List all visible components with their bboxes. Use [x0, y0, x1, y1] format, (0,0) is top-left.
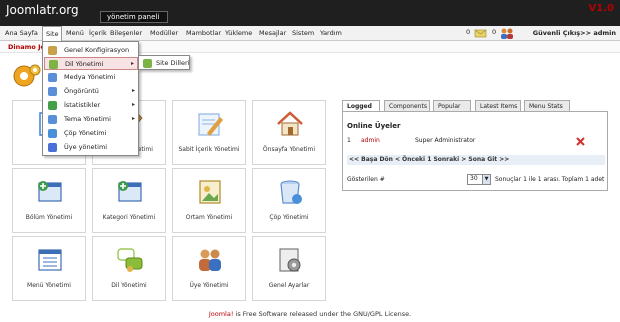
menu-install[interactable]: Yükleme	[225, 29, 252, 37]
user-count: 0	[492, 28, 497, 36]
menu-messages[interactable]: Mesajlar	[259, 29, 286, 37]
menu-item-trash[interactable]: Çöp Yönetimi	[44, 127, 138, 140]
tile-label: Menü Yönetimi	[27, 282, 71, 289]
section-icon	[38, 181, 62, 202]
menu-item-users[interactable]: Üye yönetimi	[44, 141, 138, 154]
tile-label: Kategori Yönetimi	[102, 214, 156, 221]
online-users-title: Online Üyeler	[347, 122, 401, 130]
menu-home[interactable]: Ana Sayfa	[5, 29, 38, 37]
stats-panel: Logged Components Popular Latest Items M…	[342, 100, 608, 191]
users-icon	[199, 249, 221, 271]
site-name: Dinamo Jo	[8, 43, 46, 51]
language-icon	[143, 59, 152, 68]
menu-item-global-config[interactable]: Genel Konfigirasyon	[44, 44, 138, 57]
trash-icon	[48, 129, 57, 138]
version-label: V1.0	[588, 3, 614, 14]
submenu-arrow-icon: ▸	[130, 60, 134, 67]
message-count: 0	[466, 28, 471, 36]
submenu-arrow-icon: ▸	[131, 101, 135, 108]
submenu-arrow-icon: ▸	[131, 115, 135, 122]
menu-item-site-languages[interactable]: Site Dilleri	[140, 57, 189, 70]
tile-categories[interactable]: Kategori Yönetimi	[92, 168, 166, 233]
display-count-select[interactable]: 30 ▼	[467, 174, 491, 185]
language-icon	[49, 60, 58, 69]
tile-label: Çöp Yönetimi	[269, 214, 309, 221]
statistics-icon	[48, 101, 57, 110]
tile-label: Genel Ayarlar	[268, 282, 310, 289]
menu-help[interactable]: Yardım	[320, 29, 342, 37]
user-link[interactable]: admin	[361, 137, 380, 144]
user-role: Super Administrator	[415, 137, 476, 144]
menu-item-language[interactable]: Dil Yönetimi ▸	[44, 57, 138, 70]
menu-icon	[38, 249, 62, 271]
static-content-icon	[198, 113, 223, 136]
menu-mambots[interactable]: Mambotlar	[186, 29, 221, 37]
site-dropdown-menu: Genel Konfigirasyon Dil Yönetimi ▸ Medya…	[42, 41, 139, 156]
chevron-down-icon: ▼	[482, 175, 490, 184]
settings-icon	[279, 248, 301, 272]
tile-users[interactable]: Üye Yönetimi	[172, 236, 246, 301]
tile-label: Dil Yönetimi	[111, 282, 147, 289]
tile-languages[interactable]: Dil Yönetimi	[92, 236, 166, 301]
menu-menu[interactable]: Menü	[66, 29, 84, 37]
tile-trash[interactable]: Çöp Yönetimi	[252, 168, 326, 233]
media-icon	[199, 180, 221, 204]
main-menubar: Ana Sayfa Site Menü İçerik Bileşenler Mo…	[0, 26, 620, 41]
page-footer: Joomla! is Free Software released under …	[0, 310, 620, 318]
tile-static-content[interactable]: Sabit İçerik Yönetimi	[172, 100, 246, 165]
menu-system[interactable]: Sistem	[292, 29, 314, 37]
site-logo: Joomlatr.org	[6, 3, 79, 17]
row-number: 1	[347, 137, 351, 144]
preview-icon	[48, 87, 57, 96]
remove-user-icon[interactable]	[576, 137, 585, 146]
messages-icon[interactable]	[474, 28, 488, 39]
config-icon	[48, 46, 57, 55]
category-icon	[118, 181, 142, 202]
tile-menus[interactable]: Menü Yönetimi	[12, 236, 86, 301]
tile-label: Sabit İçerik Yönetimi	[178, 146, 240, 153]
tile-media[interactable]: Ortam Yönetimi	[172, 168, 246, 233]
joomla-link[interactable]: Joomla!	[209, 310, 234, 318]
tile-label: Bölüm Yönetimi	[25, 214, 73, 221]
top-header: Joomlatr.org yönetim paneli V1.0	[0, 0, 620, 26]
users-icon	[48, 143, 57, 152]
tile-frontpage[interactable]: Önsayfa Yönetimi	[252, 100, 326, 165]
language-submenu: Site Dilleri	[138, 55, 190, 70]
tile-sections[interactable]: Bölüm Yönetimi	[12, 168, 86, 233]
menu-item-templates[interactable]: Tema Yönetimi ▸	[44, 113, 138, 126]
online-users-icon[interactable]	[499, 27, 515, 40]
menu-site[interactable]: Site	[42, 26, 63, 41]
display-label: Gösterilen #	[347, 176, 385, 183]
pagination[interactable]: << Başa Dön < Önceki 1 Sonraki > Sona Gi…	[347, 155, 605, 165]
menu-item-statistics[interactable]: İstatistikler ▸	[44, 99, 138, 112]
logout-link[interactable]: Güvenli Çıkış>> admin	[533, 29, 616, 37]
template-icon	[48, 115, 57, 124]
language-icon	[117, 248, 143, 272]
tile-label: Üye Yönetimi	[189, 282, 229, 289]
tile-label: Önsayfa Yönetimi	[262, 146, 316, 153]
tile-label: Ortam Yönetimi	[185, 214, 233, 221]
panel-title: yönetim paneli	[100, 11, 168, 23]
footer-text: is Free Software released under the GNU/…	[233, 310, 412, 318]
results-text: Sonuçlar 1 ile 1 arası. Toplam 1 adet	[495, 176, 605, 183]
menu-modules[interactable]: Modüller	[150, 29, 178, 37]
submenu-arrow-icon: ▸	[131, 87, 135, 94]
menu-components[interactable]: Bileşenler	[110, 29, 142, 37]
frontpage-icon	[277, 111, 303, 136]
logged-users-box: Online Üyeler 1 admin Super Administrato…	[342, 111, 608, 191]
table-row: 1 admin Super Administrator	[347, 137, 605, 147]
list-footer: Gösterilen # 30 ▼ Sonuçlar 1 ile 1 arası…	[347, 174, 605, 186]
menu-content[interactable]: İçerik	[89, 29, 107, 37]
menu-item-media[interactable]: Medya Yönetimi	[44, 71, 138, 84]
trash-icon	[280, 180, 302, 204]
menu-item-preview[interactable]: Öngörüntü ▸	[44, 85, 138, 98]
tile-global-config[interactable]: Genel Ayarlar	[252, 236, 326, 301]
media-icon	[48, 73, 57, 82]
control-panel-icon	[13, 64, 41, 87]
